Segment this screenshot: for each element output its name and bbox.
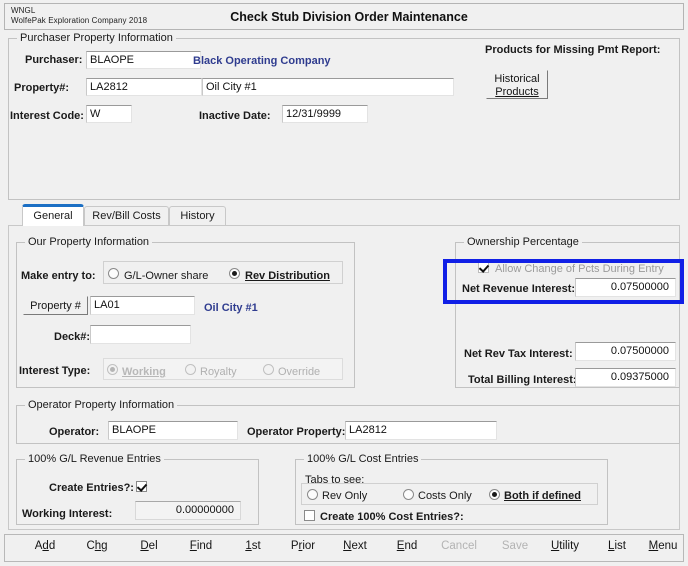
- products-missing-pmt-label: Products for Missing Pmt Report:: [485, 44, 661, 56]
- tab-general[interactable]: General: [22, 204, 84, 226]
- historical-products-button[interactable]: Historical Products: [486, 70, 548, 99]
- tab-general-label: General: [33, 210, 73, 222]
- save-button: Save: [501, 540, 529, 552]
- property-number-button-label: Property #: [30, 300, 81, 312]
- chg-button[interactable]: Chg: [73, 540, 121, 558]
- radio-interest-royalty: [185, 364, 196, 375]
- tab-rev-bill-costs-label: Rev/Bill Costs: [92, 210, 161, 222]
- purchaser-label: Purchaser:: [25, 54, 83, 66]
- application-window: WNGL WolfePak Exploration Company 2018 C…: [0, 0, 688, 566]
- property-number-input[interactable]: LA2812: [86, 78, 202, 96]
- net-rev-tax-interest-input[interactable]: 0.07500000: [575, 342, 676, 361]
- tab-rev-bill-costs[interactable]: Rev/Bill Costs: [84, 206, 169, 226]
- operator-property-input[interactable]: LA2812: [345, 421, 497, 440]
- revenue-entries-legend: 100% G/L Revenue Entries: [25, 453, 164, 465]
- prior-button[interactable]: Prior: [279, 540, 327, 558]
- radio-interest-override: [263, 364, 274, 375]
- interest-code-label: Interest Code:: [10, 110, 84, 122]
- deck-number-input[interactable]: [90, 325, 191, 344]
- radio-interest-working: [107, 364, 118, 375]
- operator-property-label: Operator Property:: [247, 426, 346, 438]
- radio-both-if-defined[interactable]: [489, 489, 500, 500]
- radio-gl-owner-share[interactable]: [108, 268, 119, 279]
- title-bar: WNGL WolfePak Exploration Company 2018 C…: [4, 3, 684, 30]
- net-revenue-interest-input[interactable]: 0.07500000: [575, 278, 676, 297]
- page-title: Check Stub Division Order Maintenance: [230, 10, 468, 24]
- radio-costs-only[interactable]: [403, 489, 414, 500]
- inactive-date-label: Inactive Date:: [199, 110, 271, 122]
- radio-interest-override-label: Override: [278, 366, 321, 378]
- ownership-percentage-legend: Ownership Percentage: [464, 236, 582, 248]
- operator-input[interactable]: BLAOPE: [108, 421, 238, 440]
- historical-products-line2: Products: [495, 86, 539, 98]
- radio-both-if-defined-label[interactable]: Both if defined: [504, 490, 581, 502]
- cost-entries-legend: 100% G/L Cost Entries: [304, 453, 422, 465]
- utility-button[interactable]: Utility: [539, 540, 591, 558]
- add-button[interactable]: Add: [21, 540, 69, 558]
- property-number-label: Property#:: [14, 82, 70, 94]
- command-bar: Add Chg Del Find 1st Prior Next End Canc…: [4, 534, 684, 562]
- create-cost-entries-label: Create 100% Cost Entries?:: [320, 511, 464, 523]
- our-property-legend: Our Property Information: [25, 236, 153, 248]
- radio-rev-only-label[interactable]: Rev Only: [322, 490, 367, 502]
- radio-costs-only-label[interactable]: Costs Only: [418, 490, 472, 502]
- operator-property-legend: Operator Property Information: [25, 399, 178, 411]
- radio-interest-royalty-label: Royalty: [200, 366, 237, 378]
- list-button[interactable]: List: [597, 540, 637, 558]
- our-property-input[interactable]: LA01: [90, 296, 195, 315]
- first-button[interactable]: 1st: [229, 540, 277, 558]
- net-rev-tax-interest-label: Net Rev Tax Interest:: [464, 348, 573, 360]
- create-cost-entries-checkbox[interactable]: [304, 510, 315, 521]
- allow-change-pcts-checkbox[interactable]: [478, 262, 489, 273]
- make-entry-to-label: Make entry to:: [21, 270, 96, 282]
- radio-interest-working-label: Working: [122, 366, 166, 378]
- end-button[interactable]: End: [383, 540, 431, 558]
- operator-label: Operator:: [49, 426, 100, 438]
- interest-code-input[interactable]: W: [86, 105, 132, 123]
- allow-change-pcts-label: Allow Change of Pcts During Entry: [495, 263, 664, 275]
- our-property-name: Oil City #1: [204, 302, 258, 314]
- property-number-button[interactable]: Property #: [23, 296, 88, 315]
- total-billing-interest-label: Total Billing Interest:: [468, 374, 577, 386]
- create-entries-checkbox[interactable]: [136, 481, 147, 492]
- cancel-button: Cancel: [441, 540, 477, 552]
- menu-button[interactable]: Menu: [639, 540, 687, 558]
- property-name-input[interactable]: Oil City #1: [202, 78, 454, 96]
- tab-history-label: History: [180, 210, 215, 222]
- next-button[interactable]: Next: [331, 540, 379, 558]
- working-interest-label: Working Interest:: [22, 508, 113, 520]
- radio-gl-owner-share-label[interactable]: G/L-Owner share: [124, 270, 208, 282]
- radio-rev-distribution[interactable]: [229, 268, 240, 279]
- net-revenue-interest-label: Net Revenue Interest:: [462, 283, 576, 295]
- tab-history[interactable]: History: [169, 206, 226, 226]
- find-button[interactable]: Find: [177, 540, 225, 558]
- radio-rev-distribution-label[interactable]: Rev Distribution: [245, 270, 330, 282]
- historical-products-line1: Historical: [494, 73, 540, 85]
- working-interest-input[interactable]: 0.00000000: [135, 501, 241, 520]
- purchaser-property-legend: Purchaser Property Information: [17, 32, 176, 44]
- purchaser-input[interactable]: BLAOPE: [86, 51, 201, 69]
- inactive-date-input[interactable]: 12/31/9999: [282, 105, 368, 123]
- create-entries-label: Create Entries?:: [49, 482, 134, 494]
- interest-type-label: Interest Type:: [19, 365, 91, 377]
- deck-number-label: Deck#:: [54, 331, 91, 343]
- del-button[interactable]: Del: [125, 540, 173, 558]
- radio-rev-only[interactable]: [307, 489, 318, 500]
- tab-strip: General Rev/Bill Costs History: [8, 204, 680, 226]
- purchaser-company-name: Black Operating Company: [193, 55, 331, 67]
- total-billing-interest-input[interactable]: 0.09375000: [575, 368, 676, 387]
